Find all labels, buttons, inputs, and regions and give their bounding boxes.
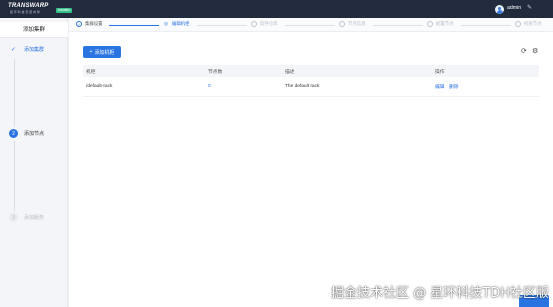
delete-link[interactable]: 删除: [449, 85, 459, 90]
progress-connector: [373, 24, 423, 26]
logo-subtitle: 星 环 科 技 安 装 向 导: [10, 10, 40, 14]
progress-step-label: 配置节点: [436, 21, 454, 26]
watermark: 掘金技术社区 @ 星环科技TDH社区版: [331, 286, 549, 301]
settings-icon[interactable]: ⚙: [532, 48, 538, 55]
sidebar-step-add-node[interactable]: 2 添加节点: [9, 129, 44, 138]
progress-step-node-info[interactable]: 节点信息: [339, 21, 366, 27]
sidebar: 添加集群 ✓ 添加集群 2 添加节点 3 添加服务: [0, 18, 68, 307]
column-header-actions: 操作: [435, 69, 445, 75]
progress-step-label: 软件仓库: [260, 21, 278, 26]
pending-step-icon: [251, 21, 257, 27]
table-row: /default-rack 0 The default rack 编辑 删除: [83, 77, 539, 97]
progress-step-label: 检查节点: [524, 21, 542, 26]
step-label: 添加节点: [24, 131, 45, 137]
step-number: 2: [9, 129, 18, 138]
refresh-icon[interactable]: ⟳: [521, 48, 527, 55]
add-rack-label: 添加机柜: [94, 49, 115, 56]
sidebar-title: 添加集群: [0, 22, 68, 38]
progress-connector: [109, 24, 159, 26]
progress-connector: [285, 24, 335, 26]
wrench-icon[interactable]: ✎: [527, 4, 532, 11]
current-step-icon: ◎: [163, 21, 169, 27]
node-count-link[interactable]: 0: [208, 84, 211, 89]
logo-text: TRANSWARP: [8, 3, 49, 9]
logo-badge: Installer: [56, 8, 73, 13]
step-number: 3: [9, 213, 18, 222]
column-header-rack: 机柜: [86, 69, 96, 75]
progress-steps: ✓ 集群设置 ◎ 编辑机柜 软件仓库 节点信息 配置节点 检查节点: [69, 18, 553, 32]
table-header: 机柜 节点数 描述 操作: [83, 65, 539, 77]
progress-step-label: 集群设置: [85, 21, 103, 26]
progress-step-configure-node[interactable]: 配置节点: [427, 21, 454, 27]
pending-step-icon: [427, 21, 433, 27]
pending-step-icon: [515, 21, 521, 27]
progress-step-edit-rack[interactable]: ◎ 编辑机柜: [163, 21, 190, 27]
transwarp-logo: TRANSWARP 星 环 科 技 安 装 向 导 Installer: [8, 3, 73, 15]
pending-step-icon: [339, 21, 345, 27]
rack-table: 机柜 节点数 描述 操作 /default-rack 0 The default…: [83, 65, 539, 97]
sidebar-step-add-cluster[interactable]: ✓ 添加集群: [9, 45, 44, 54]
column-header-node-count: 节点数: [208, 69, 223, 75]
progress-connector: [197, 24, 247, 26]
progress-step-check-node[interactable]: 检查节点: [515, 21, 542, 27]
progress-step-cluster-settings[interactable]: ✓ 集群设置: [76, 21, 103, 27]
step-label: 添加集群: [24, 47, 45, 53]
rack-description: The default rack: [285, 84, 320, 89]
top-bar: TRANSWARP 星 环 科 技 安 装 向 导 Installer admi…: [0, 0, 553, 18]
main-panel: ✓ 集群设置 ◎ 编辑机柜 软件仓库 节点信息 配置节点 检查节点 + 添加机柜…: [69, 18, 553, 307]
step-label: 添加服务: [24, 215, 45, 221]
username[interactable]: admin: [507, 5, 521, 11]
edit-link[interactable]: 编辑: [435, 85, 445, 90]
add-rack-button[interactable]: + 添加机柜: [83, 46, 121, 58]
check-icon: ✓: [76, 21, 82, 27]
progress-step-software-repo[interactable]: 软件仓库: [251, 21, 278, 27]
sidebar-step-add-service[interactable]: 3 添加服务: [9, 213, 44, 222]
progress-connector: [461, 24, 511, 26]
rack-name: /default-rack: [86, 84, 113, 89]
check-icon: ✓: [10, 47, 17, 53]
progress-step-label: 编辑机柜: [172, 21, 190, 26]
progress-step-label: 节点信息: [348, 21, 366, 26]
step-connector: [13, 59, 15, 127]
plus-icon: +: [89, 49, 93, 55]
avatar[interactable]: [495, 5, 504, 14]
step-connector: [13, 141, 15, 211]
column-header-description: 描述: [285, 69, 295, 75]
